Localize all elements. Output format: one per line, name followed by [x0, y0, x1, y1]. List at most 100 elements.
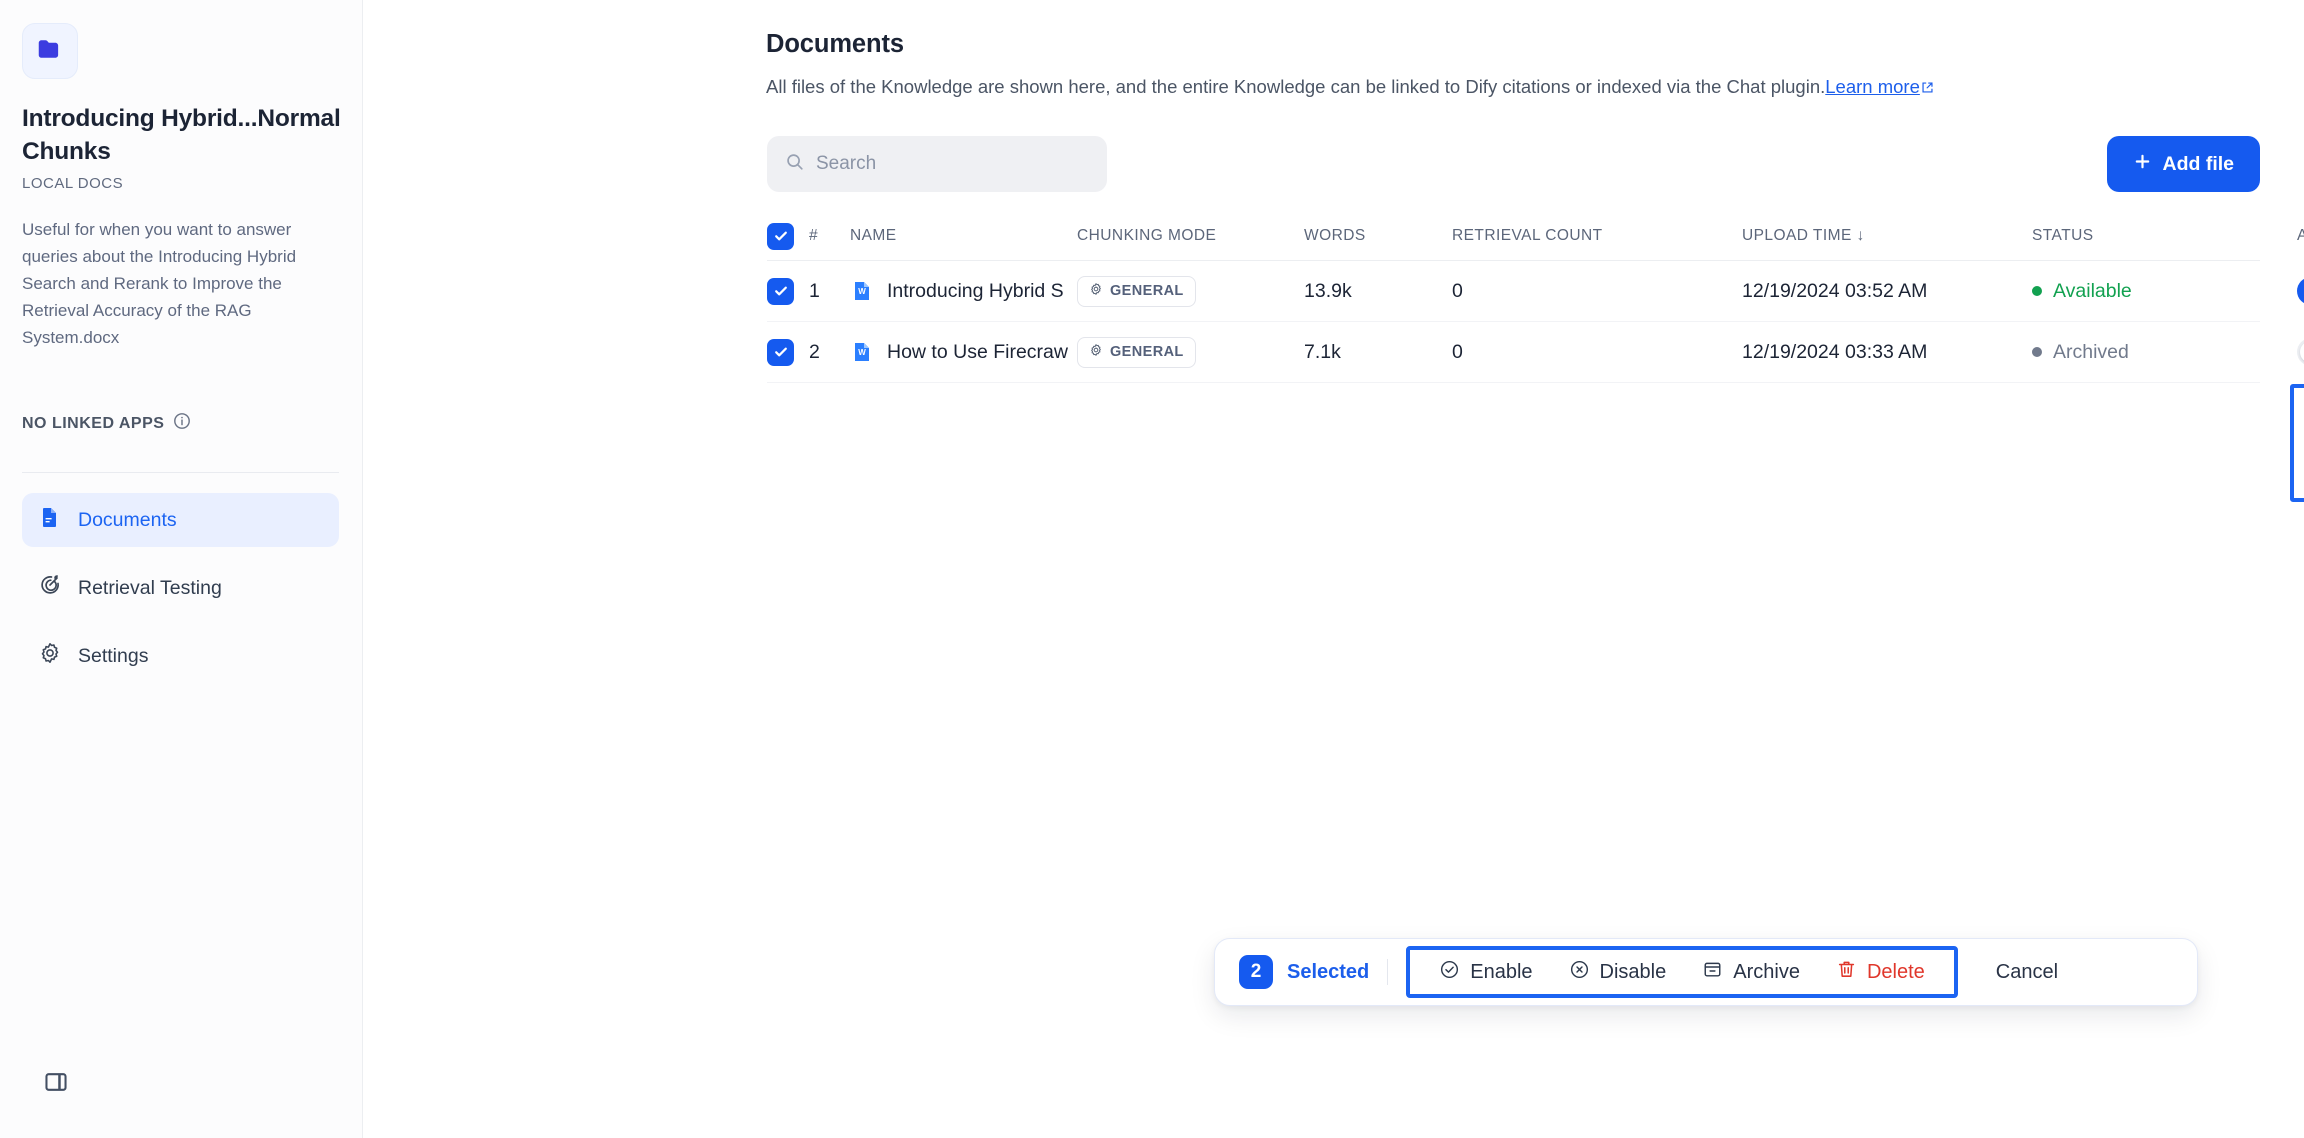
column-header-index[interactable]: #: [809, 227, 850, 245]
table-row[interactable]: 1 W Introducing Hybrid S GENERAL 13.9k 0…: [767, 261, 2304, 322]
select-all-checkbox[interactable]: [767, 222, 794, 250]
learn-more-label: Learn more: [1825, 76, 1920, 97]
info-circle-icon[interactable]: [173, 412, 191, 435]
column-header-action-label: ACTION: [2297, 227, 2304, 244]
learn-more-link[interactable]: Learn more: [1825, 76, 1934, 97]
bulk-delete-button[interactable]: Delete: [1821, 952, 1940, 992]
status-dot: [2032, 286, 2042, 296]
gear-icon: [38, 641, 62, 671]
row-index: 2: [809, 340, 820, 363]
sidebar-item-label: Documents: [78, 508, 177, 531]
svg-text:W: W: [858, 287, 866, 296]
svg-text:W: W: [858, 348, 866, 357]
word-doc-icon: W: [850, 340, 874, 364]
knowledge-base-avatar: [22, 23, 78, 79]
target-icon: [38, 573, 62, 603]
knowledge-base-description: Useful for when you want to answer queri…: [22, 220, 297, 347]
sidebar-nav: Documents Retrieval Testing Settings: [22, 493, 339, 697]
word-doc-icon: W: [850, 279, 874, 303]
knowledge-base-subtitle: LOCAL DOCS: [22, 175, 124, 192]
no-linked-apps: NO LINKED APPS: [22, 412, 191, 435]
gear-icon: [1089, 343, 1103, 361]
column-header-upload-time[interactable]: UPLOAD TIME ↓: [1742, 227, 2032, 245]
row-action-cell: [2297, 334, 2304, 370]
column-header-retrieval-count[interactable]: RETRIEVAL COUNT: [1452, 227, 1742, 245]
document-icon: [38, 505, 62, 535]
no-linked-apps-label: NO LINKED APPS: [22, 414, 165, 432]
row-chunking-mode-cell: GENERAL: [1077, 275, 1304, 307]
page-description-text: All files of the Knowledge are shown her…: [766, 76, 1826, 97]
bulk-actions-group: Enable Disable Archive Delete: [1406, 946, 1958, 998]
context-menu-item-delete[interactable]: Delete: [2294, 443, 2304, 490]
x-circle-icon: [1569, 959, 1590, 986]
select-all-cell: [767, 222, 809, 250]
chunking-mode-badge: GENERAL: [1077, 275, 1196, 307]
row-checkbox[interactable]: [767, 338, 794, 366]
search-icon: [785, 152, 805, 177]
row-enable-toggle[interactable]: [2297, 338, 2304, 366]
row-name: Introducing Hybrid S: [887, 279, 1064, 302]
column-header-status-label: STATUS: [2032, 227, 2094, 244]
bulk-disable-button[interactable]: Disable: [1554, 952, 1682, 992]
column-header-status[interactable]: STATUS: [2032, 227, 2297, 245]
bulk-archive-button[interactable]: Archive: [1687, 952, 1815, 992]
row-words: 13.9k: [1304, 279, 1352, 302]
column-header-words[interactable]: WORDS: [1304, 227, 1452, 245]
row-select-cell: [767, 338, 809, 366]
row-status-cell: Available: [2032, 280, 2297, 303]
row-select-cell: [767, 277, 809, 305]
search-input[interactable]: Search: [767, 136, 1107, 192]
status-badge: Archived: [2053, 340, 2129, 363]
row-name-cell[interactable]: W Introducing Hybrid S: [850, 279, 1077, 303]
bulk-action-label: Enable: [1470, 960, 1533, 983]
row-retrieval-count: 0: [1452, 340, 1463, 363]
page-description: All files of the Knowledge are shown her…: [766, 76, 1934, 99]
sidebar-item-retrieval-testing[interactable]: Retrieval Testing: [22, 561, 339, 615]
sidebar-divider: [22, 472, 339, 473]
sidebar-item-documents[interactable]: Documents: [22, 493, 339, 547]
selected-label: Selected: [1287, 960, 1370, 983]
chunking-mode-badge: GENERAL: [1077, 336, 1196, 368]
row-enable-toggle[interactable]: [2297, 277, 2304, 305]
chunking-mode-label: GENERAL: [1110, 283, 1184, 299]
row-upload-time: 12/19/2024 03:33 AM: [1742, 340, 1928, 363]
column-header-upload-time-label: UPLOAD TIME: [1742, 227, 1852, 244]
row-words: 7.1k: [1304, 340, 1341, 363]
check-circle-icon: [1439, 959, 1460, 986]
context-menu-item-unarchive[interactable]: Unarchive: [2294, 396, 2304, 443]
selection-divider: [1387, 959, 1389, 985]
row-chunking-mode-cell: GENERAL: [1077, 336, 1304, 368]
status-badge: Available: [2053, 279, 2132, 302]
main-content: Documents All files of the Knowledge are…: [363, 0, 2304, 1138]
row-retrieval-count: 0: [1452, 279, 1463, 302]
selected-count-badge: 2: [1239, 955, 1273, 989]
cancel-selection-button[interactable]: Cancel: [1984, 952, 2070, 992]
chunking-mode-label: GENERAL: [1110, 344, 1184, 360]
row-context-menu: Unarchive Delete: [2290, 384, 2304, 502]
bulk-enable-button[interactable]: Enable: [1424, 952, 1547, 992]
trash-icon: [1836, 959, 1857, 986]
search-placeholder: Search: [816, 153, 877, 174]
status-dot: [2032, 347, 2042, 357]
folder-icon: [35, 34, 65, 69]
knowledge-base-title: Introducing Hybrid...Normal Chunks: [22, 105, 341, 165]
add-file-button[interactable]: Add file: [2106, 136, 2260, 192]
column-header-name[interactable]: NAME: [850, 227, 1077, 245]
row-name: How to Use Firecraw: [887, 340, 1068, 363]
archive-box-icon: [1702, 959, 1723, 986]
toggle-knob: [2300, 341, 2304, 363]
bulk-action-label: Delete: [1866, 960, 1925, 983]
documents-table: # NAME CHUNKING MODE WORDS RETRIEVAL COU…: [767, 212, 2304, 383]
row-upload-time: 12/19/2024 03:52 AM: [1742, 279, 1928, 302]
column-header-chunking-mode[interactable]: CHUNKING MODE: [1077, 227, 1304, 245]
selection-action-bar: 2 Selected Enable Disable Archive Delete…: [1214, 938, 2198, 1006]
panel-toggle-icon[interactable]: [42, 1068, 70, 1096]
table-row[interactable]: 2 W How to Use Firecraw GENERAL 7.1k 0 1…: [767, 322, 2304, 383]
table-header-row: # NAME CHUNKING MODE WORDS RETRIEVAL COU…: [767, 212, 2304, 261]
bulk-action-label: Archive: [1733, 960, 1800, 983]
row-name-cell[interactable]: W How to Use Firecraw: [850, 340, 1077, 364]
sidebar-item-settings[interactable]: Settings: [22, 629, 339, 683]
row-checkbox[interactable]: [767, 277, 794, 305]
plus-icon: [2133, 152, 2152, 177]
row-status-cell: Archived: [2032, 341, 2297, 364]
